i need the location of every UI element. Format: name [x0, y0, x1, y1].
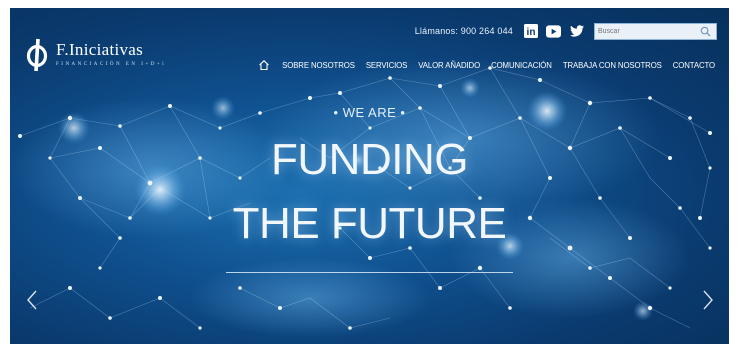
youtube-icon[interactable] — [546, 24, 561, 39]
nav-item-sobre-nosotros[interactable]: SOBRE NOSOTROS — [282, 61, 355, 70]
hero-title-line-1: FUNDING — [271, 135, 468, 184]
linkedin-icon[interactable]: in — [523, 24, 538, 39]
search-icon[interactable] — [700, 26, 711, 37]
home-icon[interactable] — [258, 59, 270, 71]
slider-prev-arrow-icon[interactable] — [26, 289, 38, 311]
phone-contact[interactable]: Llámanos: 900 264 044 — [415, 26, 513, 36]
slider-next-arrow-icon[interactable] — [702, 289, 714, 311]
search-input[interactable] — [598, 23, 694, 39]
top-utility-bar: Llámanos: 900 264 044 in — [415, 20, 717, 42]
main-navigation: SOBRE NOSOTROS SERVICIOS VALOR AÑADIDO C… — [258, 59, 715, 71]
hero-slider: Llámanos: 900 264 044 in F.Iniciativas F… — [10, 8, 729, 344]
nav-item-valor-anadido[interactable]: VALOR AÑADIDO — [418, 61, 480, 70]
site-logo[interactable]: F.Iniciativas FINANCIACIÓN EN I+D+i — [26, 38, 166, 72]
nav-item-comunicacion[interactable]: COMUNICACIÓN — [491, 61, 552, 70]
hero-divider — [226, 272, 513, 273]
svg-text:in: in — [526, 27, 535, 38]
hero-title-line-2: THE FUTURE — [232, 199, 507, 248]
search-box[interactable] — [594, 22, 717, 40]
phi-logo-icon — [26, 38, 48, 72]
nav-item-trabaja-con-nosotros[interactable]: TRABAJA CON NOSOTROS — [563, 61, 662, 70]
nav-item-contacto[interactable]: CONTACTO — [673, 61, 715, 70]
brand-tagline: FINANCIACIÓN EN I+D+i — [56, 62, 167, 67]
hero-kicker: • WE ARE • — [333, 105, 406, 120]
twitter-icon[interactable] — [569, 24, 584, 39]
nav-item-servicios[interactable]: SERVICIOS — [366, 61, 408, 70]
brand-name: F.Iniciativas — [56, 40, 144, 59]
